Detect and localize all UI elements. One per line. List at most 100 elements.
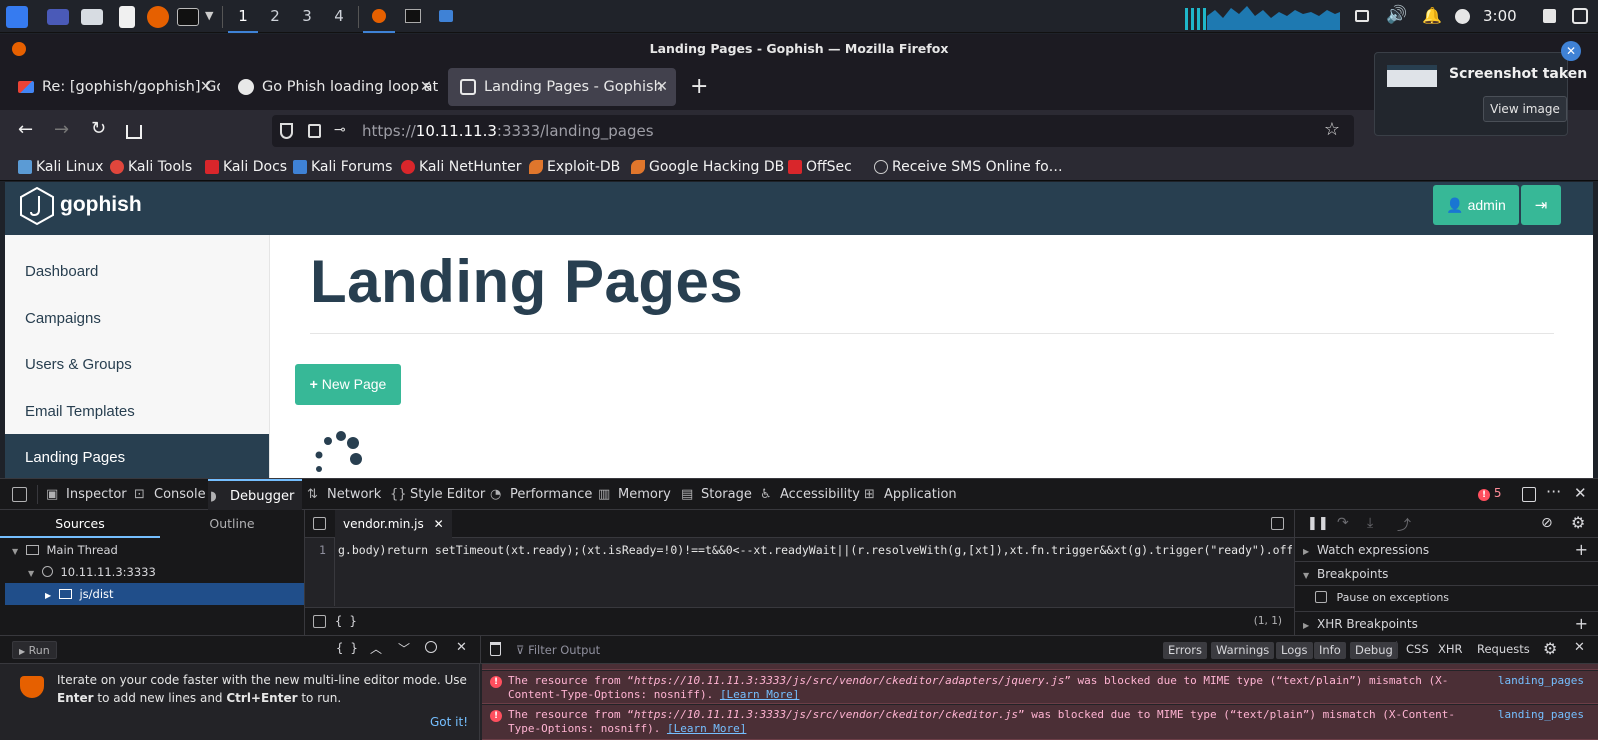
view-image-button[interactable]: View image	[1483, 96, 1567, 122]
tracking-protection-icon[interactable]	[280, 123, 293, 139]
window-button-screenshot[interactable]	[439, 10, 453, 22]
filter-logs[interactable]: Logs	[1276, 642, 1313, 659]
bookmark-kali-tools[interactable]: Kali Tools	[110, 156, 192, 178]
tab-network[interactable]: ⇅ Network	[305, 479, 381, 510]
thread-tree-item[interactable]: ▼ Main Thread	[12, 539, 118, 561]
key-icon[interactable]: ⊸	[334, 122, 346, 138]
filter-debug[interactable]: Debug	[1350, 642, 1398, 659]
console-error-message[interactable]: ! The resource from “https://10.11.11.3:…	[482, 671, 1598, 704]
learn-more-link[interactable]: [Learn More]	[720, 688, 799, 701]
sidebar-item-dashboard[interactable]: Dashboard	[5, 248, 269, 295]
step-over-icon[interactable]: ↷	[1337, 515, 1349, 531]
bookmark-kali-forums[interactable]: Kali Forums	[293, 156, 392, 178]
firefox-icon[interactable]	[147, 6, 169, 28]
close-editor-icon[interactable]: ✕	[456, 640, 467, 655]
watch-expressions-header[interactable]: ▶ Watch expressions +	[1295, 538, 1598, 562]
got-it-button[interactable]: Got it!	[430, 715, 468, 729]
console-settings-icon[interactable]: ⚙	[1543, 639, 1557, 658]
host-tree-item[interactable]: ▼ 10.11.11.3:3333	[28, 561, 156, 583]
error-source-link[interactable]: landing_pages	[1498, 708, 1584, 722]
close-file-tab-icon[interactable]: ✕	[434, 517, 444, 531]
blackbox-icon[interactable]	[313, 615, 326, 628]
add-watch-icon[interactable]: +	[1575, 538, 1588, 562]
clock[interactable]: 3:00	[1483, 0, 1517, 33]
pick-element-icon[interactable]	[12, 487, 27, 502]
console-error-message[interactable]: ! The resource from “https://10.11.11.3:…	[482, 705, 1598, 740]
new-tab-button[interactable]: +	[690, 72, 708, 102]
tab-github[interactable]: Go Phish loading loop at l ✕	[226, 68, 440, 106]
history-prev-icon[interactable]: ︿	[370, 640, 382, 657]
pause-on-exceptions-row[interactable]: Pause on exceptions	[1315, 586, 1449, 610]
file-tab-vendor[interactable]: vendor.min.js ✕	[335, 510, 452, 538]
bookmark-google-hacking-db[interactable]: Google Hacking DB	[631, 156, 784, 178]
breakpoints-header[interactable]: ▼ Breakpoints	[1295, 562, 1598, 586]
new-page-button[interactable]: + New Page	[295, 364, 401, 405]
step-in-icon[interactable]: ⤓	[1367, 515, 1373, 531]
forward-button[interactable]: →	[54, 119, 69, 140]
learn-more-link[interactable]: [Learn More]	[667, 722, 746, 735]
close-tab-icon[interactable]: ✕	[420, 68, 432, 106]
insecure-lock-icon[interactable]	[308, 124, 321, 138]
reload-button[interactable]: ↻	[91, 118, 106, 139]
toggle-breakpoints-pane-icon[interactable]	[1271, 517, 1284, 530]
window-button-firefox[interactable]	[363, 0, 395, 33]
filter-output-input[interactable]: ⊽ Filter Output	[516, 640, 1146, 660]
workspace-2[interactable]: 2	[260, 0, 290, 33]
logout-button[interactable]: ⇥	[1521, 185, 1561, 225]
error-source-link[interactable]: landing_pages	[1498, 674, 1584, 688]
tab-storage[interactable]: ▤ Storage	[679, 479, 752, 510]
filter-info[interactable]: Info	[1314, 642, 1346, 659]
back-button[interactable]: ←	[18, 119, 33, 140]
bookmark-exploit-db[interactable]: Exploit-DB	[529, 156, 620, 178]
workspace-3[interactable]: 3	[292, 0, 322, 33]
bookmark-offsec[interactable]: OffSec	[788, 156, 852, 178]
tab-outline[interactable]: Outline	[160, 510, 304, 538]
tab-debugger[interactable]: ◗ Debugger	[208, 479, 303, 510]
history-next-icon[interactable]: ﹀	[398, 640, 410, 657]
tab-application[interactable]: ⊞ Application	[862, 479, 957, 510]
tab-memory[interactable]: ▥ Memory	[596, 479, 671, 510]
more-options-icon[interactable]: ···	[1546, 482, 1561, 501]
close-notification-icon[interactable]: ✕	[1561, 41, 1581, 61]
add-xhr-breakpoint-icon[interactable]: +	[1575, 612, 1588, 636]
desktop-icon[interactable]	[47, 9, 69, 25]
pause-button[interactable]: ❚❚	[1307, 516, 1329, 531]
bookmark-receive-sms[interactable]: Receive SMS Online fo…	[874, 156, 1063, 178]
terminal-icon[interactable]	[177, 8, 199, 26]
window-button-terminal[interactable]	[405, 9, 421, 23]
clear-console-icon[interactable]	[490, 642, 501, 656]
sidebar-item-landing-pages[interactable]: Landing Pages	[5, 434, 269, 478]
step-out-icon[interactable]: ⤴	[1397, 515, 1411, 535]
home-button[interactable]	[126, 125, 142, 139]
logout-icon[interactable]	[1572, 8, 1588, 24]
tab-style-editor[interactable]: {} Style Editor	[388, 479, 485, 510]
bookmark-kali-linux[interactable]: Kali Linux	[18, 156, 103, 178]
bookmark-kali-nethunter[interactable]: Kali NetHunter	[401, 156, 521, 178]
code-line[interactable]: g.body)return setTimeout(xt.ready);(xt.i…	[338, 543, 1292, 557]
tab-inspector[interactable]: ▣ Inspector	[44, 479, 127, 510]
filter-requests[interactable]: Requests	[1477, 642, 1530, 656]
reverse-search-icon[interactable]	[425, 641, 437, 653]
power-manager-icon[interactable]	[1455, 9, 1470, 24]
filter-warnings[interactable]: Warnings	[1211, 642, 1275, 659]
filter-xhr[interactable]: XHR	[1438, 642, 1463, 656]
pause-exceptions-checkbox[interactable]	[1315, 591, 1327, 603]
close-tab-icon[interactable]: ✕	[200, 68, 212, 106]
deactivate-breakpoints-icon[interactable]: ⊘	[1541, 515, 1553, 531]
display-icon[interactable]	[1355, 10, 1369, 22]
pretty-print-button[interactable]: { }	[335, 614, 357, 628]
workspace-1[interactable]: 1	[228, 0, 258, 33]
folder-tree-item[interactable]: ▶ js/dist	[5, 583, 304, 605]
admin-button[interactable]: 👤 admin	[1433, 185, 1519, 225]
xhr-breakpoints-header[interactable]: ▶ XHR Breakpoints +	[1295, 611, 1598, 635]
gophish-logo-icon[interactable]	[19, 186, 55, 226]
notifications-bell-icon[interactable]: 🔔	[1422, 6, 1442, 25]
error-count-badge[interactable]: ! 5	[1478, 486, 1501, 501]
filter-css[interactable]: CSS	[1406, 642, 1429, 656]
workspace-4[interactable]: 4	[324, 0, 354, 33]
close-devtools-icon[interactable]: ✕	[1574, 484, 1587, 502]
run-button[interactable]: ▶ Run	[12, 641, 57, 659]
lock-icon[interactable]	[1543, 9, 1556, 23]
tab-performance[interactable]: ◔ Performance	[488, 479, 592, 510]
tab-sources[interactable]: Sources	[0, 510, 160, 538]
